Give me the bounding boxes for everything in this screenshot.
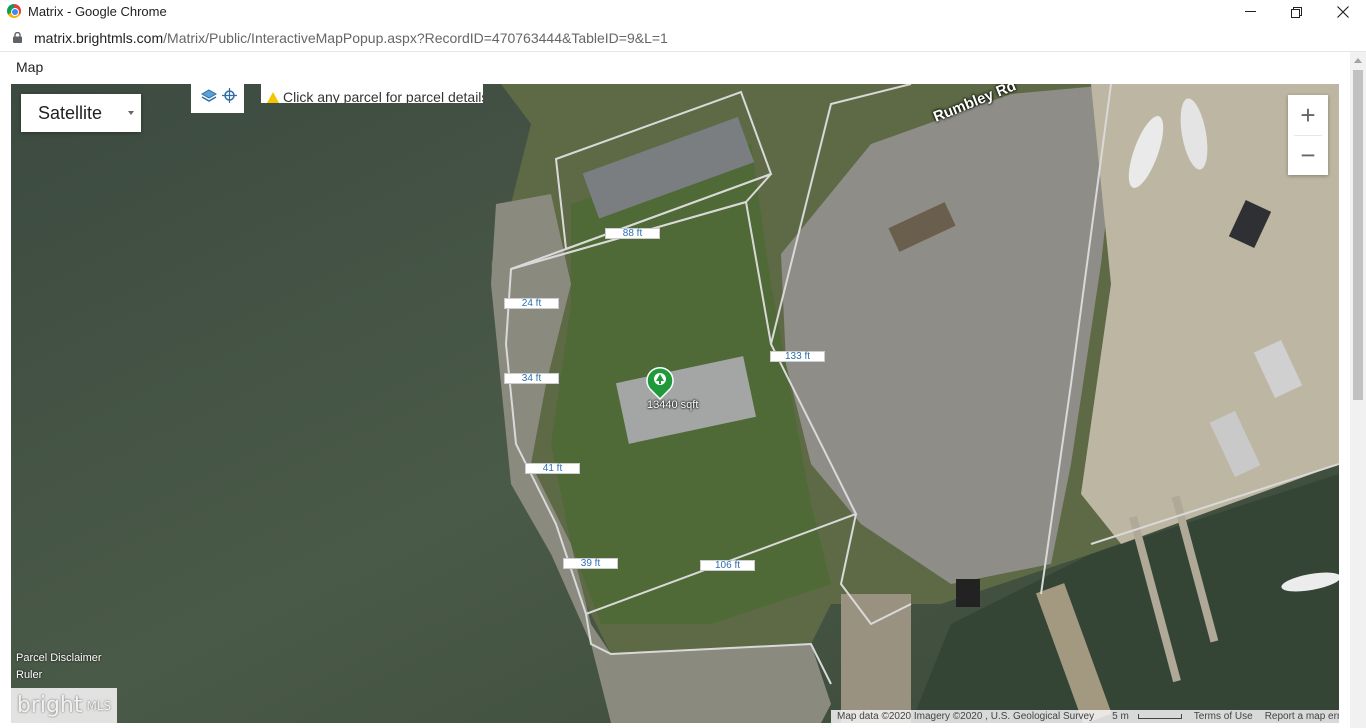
map-data-attribution: Map data ©2020 Imagery ©2020 , U.S. Geol… (837, 711, 1095, 722)
report-map-error-link[interactable]: Report a map error (1259, 711, 1339, 722)
parcel-dimension-label: 34 ft (504, 373, 559, 384)
url-path: /Matrix/Public/InteractiveMapPopup.aspx?… (163, 30, 668, 46)
address-bar[interactable]: matrix.brightmls.com/Matrix/Public/Inter… (0, 24, 1366, 52)
parcel-hint: Click any parcel for parcel details (261, 84, 483, 103)
ruler-link[interactable]: Ruler (16, 669, 42, 681)
chevron-down-icon (128, 111, 134, 115)
url-host: matrix.brightmls.com (34, 30, 164, 46)
zoom-in-button[interactable]: + (1288, 95, 1328, 135)
logo-text: bright (16, 693, 83, 718)
restore-icon[interactable] (1273, 0, 1319, 24)
scroll-up-arrow-icon[interactable] (1354, 58, 1362, 63)
map-toolbox (191, 84, 244, 113)
parcel-dimension-label: 106 ft (700, 560, 755, 571)
page-scrollbar[interactable] (1350, 52, 1366, 728)
map-type-select[interactable]: Satellite (21, 94, 141, 132)
parcel-disclaimer-link[interactable]: Parcel Disclaimer (16, 652, 102, 664)
locate-crosshair-icon[interactable] (222, 88, 237, 103)
window-title: Matrix - Google Chrome (28, 4, 167, 19)
parcel-area-label: 13440 sqft (647, 399, 699, 411)
logo-suffix: MLS (86, 698, 112, 713)
warning-icon (267, 92, 279, 103)
parcel-dimension-label: 88 ft (605, 228, 660, 239)
map-type-value: Satellite (38, 103, 103, 123)
zoom-out-button[interactable]: − (1288, 135, 1328, 175)
bright-mls-logo: bright MLS (11, 688, 117, 723)
url-text[interactable]: matrix.brightmls.com/Matrix/Public/Inter… (34, 30, 668, 46)
scale-text: 5 m (1112, 711, 1129, 722)
scale-indicator[interactable]: 5 m (1100, 711, 1188, 722)
minimize-icon[interactable] (1227, 0, 1273, 24)
parcel-dimension-label: 39 ft (563, 558, 618, 569)
scrollbar-thumb[interactable] (1353, 70, 1363, 400)
parcel-dimension-label: 41 ft (525, 463, 580, 474)
property-pin-icon[interactable] (645, 366, 675, 400)
scale-bar (1137, 713, 1182, 719)
map-menu-label[interactable]: Map (16, 59, 43, 75)
zoom-control: + − (1288, 95, 1328, 175)
chrome-logo-icon (7, 4, 21, 18)
parcel-dimension-label: 133 ft (770, 351, 825, 362)
terms-of-use-link[interactable]: Terms of Use (1188, 711, 1259, 722)
parcel-hint-text: Click any parcel for parcel details (283, 89, 483, 103)
close-icon[interactable] (1320, 0, 1366, 24)
title-bar: Matrix - Google Chrome (0, 0, 1366, 24)
map-footer: Map data ©2020 Imagery ©2020 , U.S. Geol… (831, 710, 1339, 723)
lock-icon (13, 32, 22, 43)
parcel-dimension-label: 24 ft (504, 298, 559, 309)
map-canvas[interactable]: Satellite Click any parcel for parcel de… (11, 84, 1339, 723)
layers-icon[interactable] (201, 89, 217, 103)
